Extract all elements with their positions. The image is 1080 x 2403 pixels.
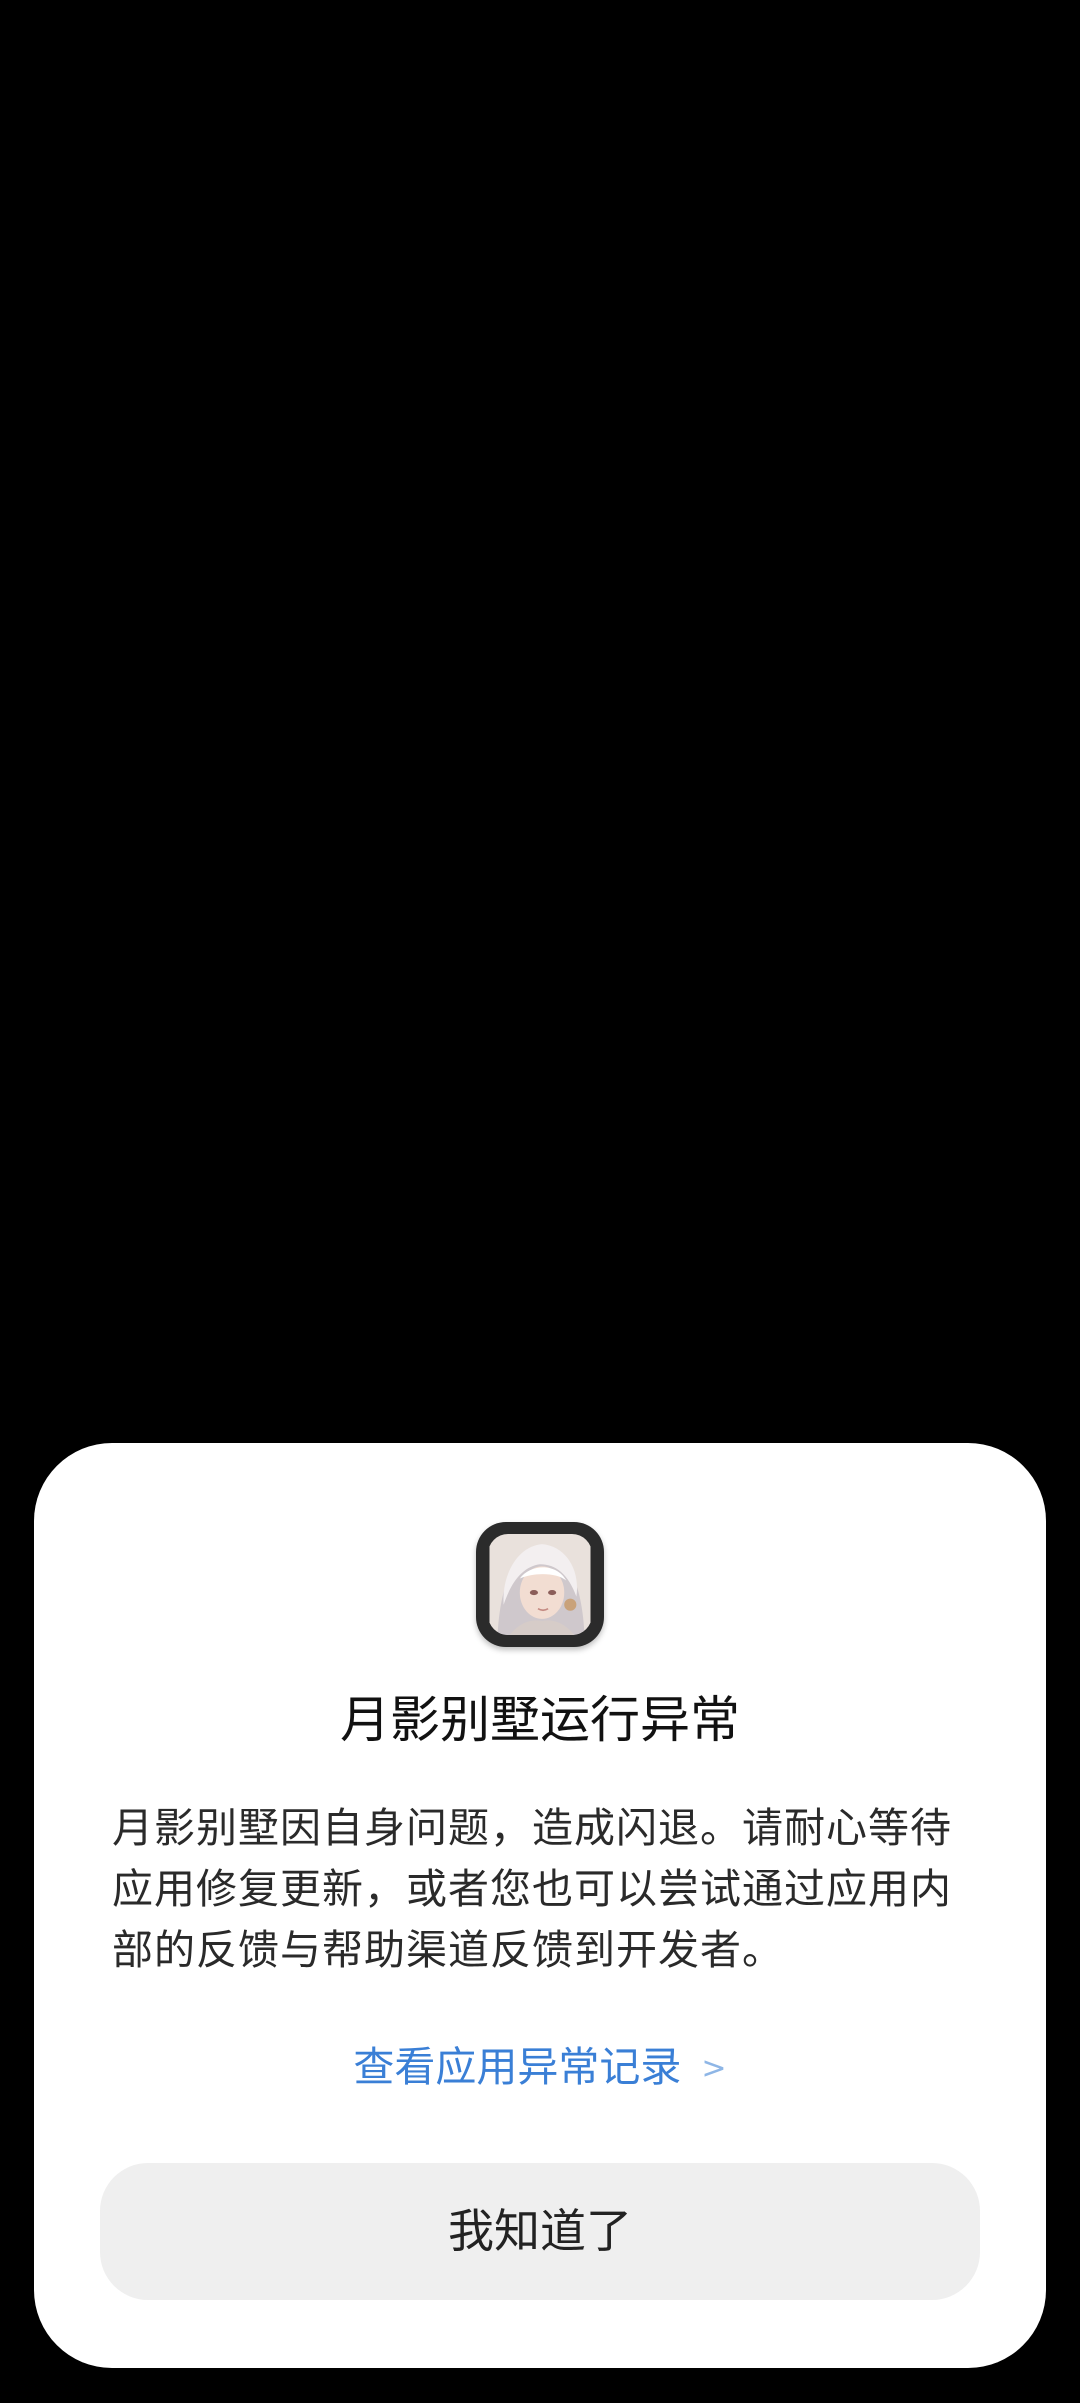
got-it-button[interactable]: 我知道了 — [100, 2163, 980, 2300]
view-crash-record-label: 查看应用异常记录 — [353, 2043, 682, 2091]
dialog-message: 月影别墅因自身问题，造成闪退。请耐心等待应用修复更新，或者您也可以尝试通过应用内… — [112, 1804, 952, 1974]
character-portrait-icon — [488, 1534, 592, 1635]
view-crash-record-link[interactable]: 查看应用异常记录 > — [34, 2039, 1046, 2097]
screen: 月影别墅运行异常 月影别墅因自身问题，造成闪退。请耐心等待应用修复更新，或者您也… — [0, 0, 1080, 2403]
dialog-title: 月影别墅运行异常 — [340, 1691, 740, 1749]
app-icon — [476, 1522, 604, 1647]
chevron-right-icon: > — [701, 2051, 727, 2086]
app-crash-dialog: 月影别墅运行异常 月影别墅因自身问题，造成闪退。请耐心等待应用修复更新，或者您也… — [34, 1443, 1046, 2368]
